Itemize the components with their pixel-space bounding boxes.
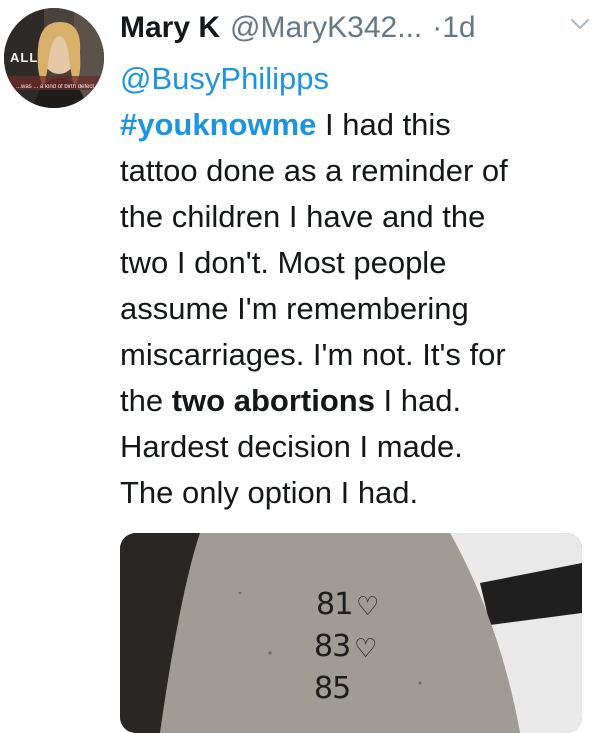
tweet-line: two I don't. Most people <box>120 245 447 280</box>
tweet[interactable]: ALL ...was ... a kind of birth defect. M… <box>0 0 598 733</box>
chevron-down-icon[interactable] <box>568 12 592 36</box>
avatar-overlay-caption: ...was ... a kind of birth defect. <box>16 84 96 90</box>
heart-icon: ♡ <box>354 633 378 663</box>
tweet-line: assume I'm remembering <box>120 291 469 326</box>
tweet-line: the children I have and the <box>120 199 486 234</box>
avatar-overlay-letters: ALL <box>10 50 39 65</box>
timestamp[interactable]: ·1d <box>432 11 475 45</box>
tweet-line-text: the <box>120 383 172 418</box>
tattoo-photo <box>120 533 582 733</box>
tattoo-text: 83 <box>314 629 351 664</box>
tweet-line: miscarriages. I'm not. It's for <box>120 337 506 372</box>
tattoo-text: 85 <box>314 671 351 706</box>
tweet-line: the two abortions I had. <box>120 378 590 424</box>
tweet-line: #youknowme I had this <box>120 102 590 148</box>
tweet-line: Hardest decision I made. <box>120 429 463 464</box>
avatar[interactable]: ALL ...was ... a kind of birth defect. <box>4 8 104 108</box>
tweet-line-text: I had. <box>374 383 462 418</box>
tattoo-text: 81 <box>316 587 353 622</box>
tweet-line: The only option I had. <box>120 475 419 510</box>
heart-icon: ♡ <box>356 591 380 621</box>
hashtag-link[interactable]: #youknowme <box>120 107 316 142</box>
tweet-header: Mary K @MaryK342... ·1d <box>120 8 590 48</box>
mention-link[interactable]: @BusyPhilipps <box>120 61 329 96</box>
author-handle[interactable]: @MaryK342... <box>230 11 422 45</box>
tweet-media-photo[interactable]: 81 ♡ 83 ♡ 85 <box>120 533 582 733</box>
reply-line: @BusyPhilipps <box>120 56 590 102</box>
tweet-text: @BusyPhilipps #youknowme I had this tatt… <box>120 56 590 516</box>
author-name[interactable]: Mary K <box>120 11 220 45</box>
bold-phrase: two abortions <box>171 383 375 418</box>
tweet-line: tattoo done as a reminder of <box>120 153 508 188</box>
tweet-line-text: I had this <box>316 107 451 142</box>
